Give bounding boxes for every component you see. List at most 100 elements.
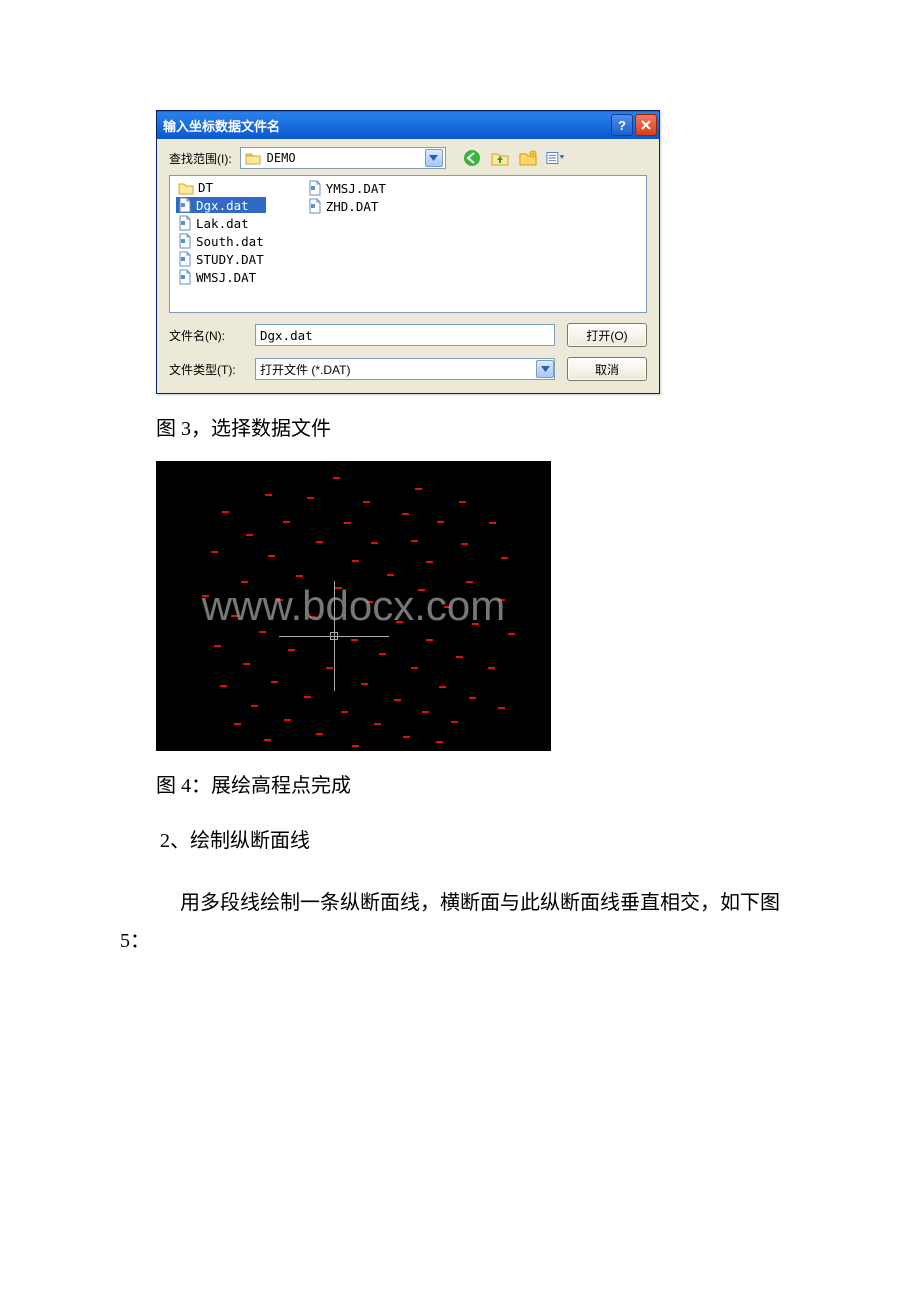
file-item[interactable]: Lak.dat — [176, 215, 266, 231]
elevation-point — [309, 616, 316, 618]
file-item-label: Dgx.dat — [196, 198, 249, 213]
elevation-point — [352, 745, 359, 747]
file-item[interactable]: South.dat — [176, 233, 266, 249]
elevation-point — [498, 599, 505, 601]
file-icon — [178, 251, 192, 267]
elevation-point — [489, 522, 496, 524]
elevation-point — [402, 513, 409, 515]
elevation-point — [456, 656, 463, 658]
elevation-point — [316, 733, 323, 735]
elevation-point — [394, 699, 401, 701]
elevation-point — [234, 723, 241, 725]
elevation-point — [366, 601, 373, 603]
elevation-point — [220, 685, 227, 687]
elevation-point — [326, 667, 333, 669]
watermark-text: www.bdocx.com — [202, 582, 505, 630]
dialog-titlebar[interactable]: 输入坐标数据文件名 ? — [157, 111, 659, 139]
file-item[interactable]: DT — [176, 180, 266, 195]
elevation-point — [268, 555, 275, 557]
elevation-point — [288, 649, 295, 651]
elevation-point — [304, 696, 311, 698]
elevation-point — [231, 615, 238, 617]
elevation-point — [307, 497, 314, 499]
file-icon — [308, 198, 322, 214]
file-icon — [178, 215, 192, 231]
elevation-point — [426, 561, 433, 563]
file-item[interactable]: ZHD.DAT — [306, 198, 388, 214]
folder-icon — [245, 151, 261, 165]
elevation-point — [444, 606, 451, 608]
file-icon — [178, 197, 192, 213]
elevation-point — [426, 639, 433, 641]
elevation-point — [259, 631, 266, 633]
file-item[interactable]: Dgx.dat — [176, 197, 266, 213]
chevron-down-icon — [429, 155, 438, 161]
dialog-toolbar: 查找范围(I): DEMO — [157, 139, 659, 175]
elevation-point — [371, 542, 378, 544]
figure-4-caption: 图 4：展绘高程点完成 — [156, 769, 800, 798]
up-one-level-button[interactable] — [490, 148, 510, 168]
elevation-point — [243, 663, 250, 665]
elevation-point — [379, 653, 386, 655]
elevation-point — [439, 686, 446, 688]
lookin-value: DEMO — [267, 151, 296, 165]
elevation-point — [436, 741, 443, 743]
back-icon — [463, 149, 481, 167]
elevation-point — [501, 557, 508, 559]
figure-3-caption: 图 3，选择数据文件 — [156, 412, 800, 441]
filetype-select[interactable]: 打开文件 (*.DAT) — [255, 358, 555, 380]
elevation-point — [411, 667, 418, 669]
open-button-label: 打开(O) — [586, 327, 627, 344]
cancel-button-label: 取消 — [595, 361, 619, 378]
file-item[interactable]: STUDY.DAT — [176, 251, 266, 267]
elevation-point — [352, 560, 359, 562]
dropdown-arrow[interactable] — [425, 149, 443, 167]
elevation-point — [451, 721, 458, 723]
file-icon — [308, 180, 322, 196]
filetype-value: 打开文件 (*.DAT) — [260, 361, 536, 378]
lookin-dropdown[interactable]: DEMO — [240, 147, 446, 169]
elevation-point — [415, 488, 422, 490]
elevation-point — [341, 711, 348, 713]
elevation-point — [284, 719, 291, 721]
elevation-point — [335, 587, 342, 589]
back-button[interactable] — [462, 148, 482, 168]
new-folder-button[interactable] — [518, 148, 538, 168]
elevation-point — [472, 623, 479, 625]
cad-viewport: www.bdocx.com — [156, 461, 551, 751]
elevation-point — [466, 581, 473, 583]
file-item-label: South.dat — [196, 234, 264, 249]
cancel-button[interactable]: 取消 — [567, 357, 647, 381]
elevation-point — [361, 683, 368, 685]
file-icon — [178, 233, 192, 249]
elevation-point — [498, 707, 505, 709]
file-list[interactable]: DT Dgx.dat Lak.dat South.dat STUDY.DAT WMSJ.D… — [169, 175, 647, 313]
elevation-point — [214, 645, 221, 647]
lookin-label: 查找范围(I): — [169, 150, 232, 167]
elevation-point — [276, 599, 283, 601]
elevation-point — [296, 575, 303, 577]
elevation-point — [396, 621, 403, 623]
file-item-label: WMSJ.DAT — [196, 270, 256, 285]
crosshair-pickbox — [330, 632, 338, 640]
elevation-point — [333, 477, 340, 479]
file-item[interactable]: WMSJ.DAT — [176, 269, 266, 285]
file-item[interactable]: YMSJ.DAT — [306, 180, 388, 196]
elevation-point — [351, 639, 358, 641]
open-button[interactable]: 打开(O) — [567, 323, 647, 347]
folder-icon — [178, 181, 194, 195]
file-open-dialog: 输入坐标数据文件名 ? 查找范围(I): DEMO — [156, 110, 660, 394]
filename-label: 文件名(N): — [169, 327, 255, 344]
filetype-dropdown-arrow[interactable] — [536, 360, 554, 378]
filename-input[interactable]: Dgx.dat — [255, 324, 555, 346]
close-button[interactable] — [635, 114, 657, 136]
help-button[interactable]: ? — [611, 114, 633, 136]
elevation-point — [251, 705, 258, 707]
elevation-point — [411, 540, 418, 542]
elevation-point — [271, 681, 278, 683]
close-icon — [640, 119, 652, 131]
view-menu-button[interactable] — [546, 148, 566, 168]
elevation-point — [344, 522, 351, 524]
file-item-label: Lak.dat — [196, 216, 249, 231]
elevation-point — [508, 633, 515, 635]
